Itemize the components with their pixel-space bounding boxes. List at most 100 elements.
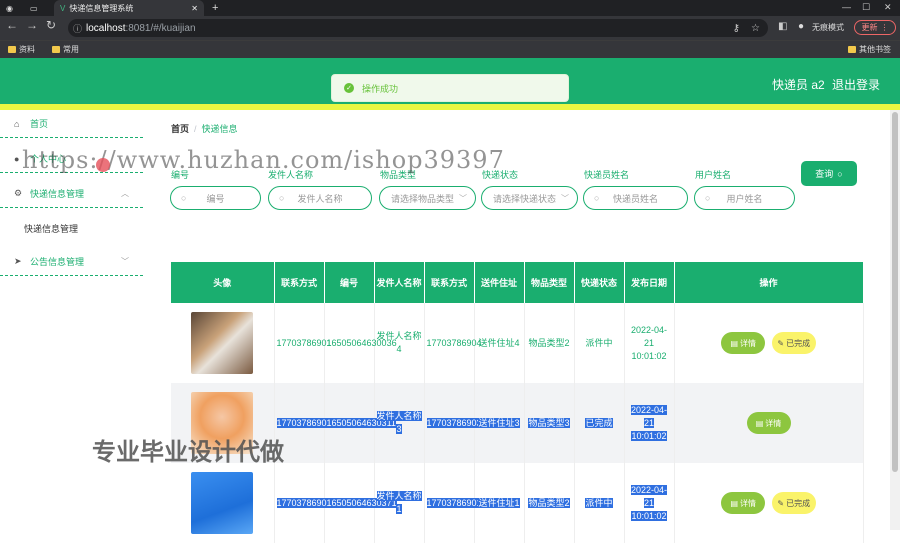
cell-date: 2022-04-21 10:01:02 xyxy=(624,383,675,463)
chevron-down-icon: ﹀ xyxy=(561,193,569,203)
col-header: 快递状态 xyxy=(574,262,625,303)
search-icon: ○ xyxy=(837,168,843,179)
chevron-down-icon: ﹀ xyxy=(459,193,467,203)
forward-icon[interactable]: → xyxy=(26,18,38,32)
cell-contact2: 17703786901 xyxy=(424,463,482,543)
update-button[interactable]: 更新 ⋮ xyxy=(854,20,896,35)
bookmarks-bar: 资料 常用 其他书签 xyxy=(0,40,900,58)
folder-icon xyxy=(52,46,60,53)
incognito-label: 无痕模式 xyxy=(812,23,844,32)
new-tab-icon[interactable]: + xyxy=(212,0,218,16)
avatar xyxy=(191,312,254,374)
mouse-cursor xyxy=(96,158,110,172)
reload-icon[interactable]: ↻ xyxy=(46,18,56,32)
cell-actions: ▤ 详情 ✎ 已完成 xyxy=(674,463,864,543)
cell-text: 送件住址1 xyxy=(478,497,520,508)
cell-contact: 17703786902 xyxy=(274,463,332,543)
address-bar: ← → ↻ ⓘ localhost:8081/#/kuaijian ⚷ ☆ ◧ … xyxy=(0,16,900,40)
detail-button[interactable]: ▤ 详情 xyxy=(746,412,791,434)
filter-select-type[interactable]: 请选择物品类型 ﹀ xyxy=(379,186,476,210)
cell-text: 已完成 xyxy=(585,417,613,428)
cell-id: 16505064630311 xyxy=(324,383,396,463)
tab-close-icon[interactable]: ✕ xyxy=(191,4,198,13)
logout-button[interactable]: 退出登录 xyxy=(832,76,880,93)
bookmark-changyong[interactable]: 常用 xyxy=(52,44,79,55)
breadcrumb-current: 快递信息 xyxy=(201,124,238,134)
cell-text: 17703786901 xyxy=(426,497,482,508)
avatar xyxy=(191,472,254,534)
info-icon[interactable]: ⓘ xyxy=(73,22,82,35)
col-header: 头像 xyxy=(171,262,275,303)
complete-button[interactable]: ✎ 已完成 xyxy=(771,332,816,354)
chevron-down-icon: ﹀ xyxy=(121,257,129,266)
filter-input-id[interactable]: ○ 编号 xyxy=(170,186,261,210)
scrollbar-thumb[interactable] xyxy=(892,112,898,472)
cell-type: 物品类型3 xyxy=(524,383,575,463)
filter-input-user[interactable]: ○ 用户姓名 xyxy=(694,186,795,210)
complete-label: 已完成 xyxy=(786,498,811,508)
sidebar-item-home[interactable]: ⌂ 首页 xyxy=(0,110,143,138)
send-icon: ➤ xyxy=(14,256,22,266)
cell-status: 派件中 xyxy=(574,463,625,543)
table-row: 17703786901 16505064630036 发件人名称4 177037… xyxy=(171,303,864,383)
star-icon[interactable]: ☆ xyxy=(751,23,760,34)
browser-tab-active[interactable]: V 快递信息管理系统 ✕ xyxy=(54,0,204,16)
doc-icon: ▤ xyxy=(730,338,739,348)
close-window-icon[interactable]: ✕ xyxy=(884,2,892,13)
filter-placeholder: 快递员姓名 xyxy=(612,193,658,204)
bookmark-ziliao[interactable]: 资料 xyxy=(8,44,35,55)
col-header: 物品类型 xyxy=(524,262,575,303)
col-header: 发布日期 xyxy=(624,262,675,303)
filter-input-sender[interactable]: ○ 发件人名称 xyxy=(268,186,372,210)
filter-input-courier[interactable]: ○ 快递员姓名 xyxy=(583,186,688,210)
update-label: 更新 xyxy=(861,23,878,32)
cell-id: 16505064630371 xyxy=(324,463,397,543)
search-icon: ○ xyxy=(279,193,285,203)
bookmark-other[interactable]: 其他书签 xyxy=(848,44,891,55)
profile-icon[interactable]: ◧ xyxy=(778,21,787,32)
cell-type: 物品类型2 xyxy=(524,463,575,543)
url-input[interactable]: ⓘ localhost:8081/#/kuaijian ⚷ ☆ xyxy=(68,19,768,37)
detail-button[interactable]: ▤ 详情 xyxy=(721,332,766,354)
col-header: 送件住址 xyxy=(474,262,525,303)
sidebar-subitem-express[interactable]: 快递信息管理 xyxy=(24,222,78,235)
col-header: 发件人名称 xyxy=(374,262,425,303)
doc-icon: ▤ xyxy=(755,418,764,428)
cell-actions: ▤ 详情 xyxy=(674,383,864,463)
search-icon: ○ xyxy=(594,193,600,203)
col-header: 操作 xyxy=(674,262,864,303)
breadcrumb-home[interactable]: 首页 xyxy=(171,124,189,134)
bookmark-label: 资料 xyxy=(19,45,35,54)
minimize-icon[interactable]: — xyxy=(842,2,851,12)
success-toast: ✓ 操作成功 xyxy=(331,74,569,102)
filter-label-user: 用户姓名 xyxy=(695,170,732,180)
cell-actions: ▤ 详情 ✎ 已完成 xyxy=(674,303,864,383)
cell-address: 送件住址3 xyxy=(474,383,525,463)
detail-label: 详情 xyxy=(740,498,757,508)
filter-select-status[interactable]: 请选择快递状态 ﹀ xyxy=(481,186,578,210)
tab-icon[interactable]: ▭ xyxy=(30,0,38,16)
sidebar-item-express-group[interactable]: ⚙ 快递信息管理 ︿ xyxy=(0,180,143,208)
edit-icon: ✎ xyxy=(777,338,785,348)
back-icon[interactable]: ← xyxy=(6,18,18,32)
cell-text: 发件人名称1 xyxy=(376,491,422,514)
complete-button[interactable]: ✎ 已完成 xyxy=(771,492,816,514)
filter-placeholder: 编号 xyxy=(206,193,225,204)
url-path: :8081/#/kuaijian xyxy=(125,22,196,34)
table-row: 17703786902 16505064630371 发件人名称1 177037… xyxy=(171,463,864,543)
url-host: localhost xyxy=(86,22,126,34)
search-icon: ○ xyxy=(181,193,187,203)
table-header-row: 头像 联系方式 编号 发件人名称 联系方式 送件住址 物品类型 快递状态 发布日… xyxy=(171,262,864,303)
filter-placeholder: 用户姓名 xyxy=(726,193,763,204)
sidebar-item-notice-group[interactable]: ➤ 公告信息管理 ﹀ xyxy=(0,248,143,276)
cell-contact2: 17703786903 xyxy=(424,383,482,463)
chevron-up-icon: ︿ xyxy=(121,189,129,198)
key-icon[interactable]: ⚷ xyxy=(733,23,740,34)
incognito-icon: ● xyxy=(798,21,805,32)
sidebar-item-label: 公告信息管理 xyxy=(30,257,85,267)
maximize-icon[interactable]: ☐ xyxy=(862,2,870,13)
query-button[interactable]: 查询 ○ xyxy=(801,161,857,186)
browser-icon[interactable]: ◉ xyxy=(6,0,13,16)
detail-button[interactable]: ▤ 详情 xyxy=(721,492,766,514)
bookmark-label: 常用 xyxy=(63,45,79,54)
